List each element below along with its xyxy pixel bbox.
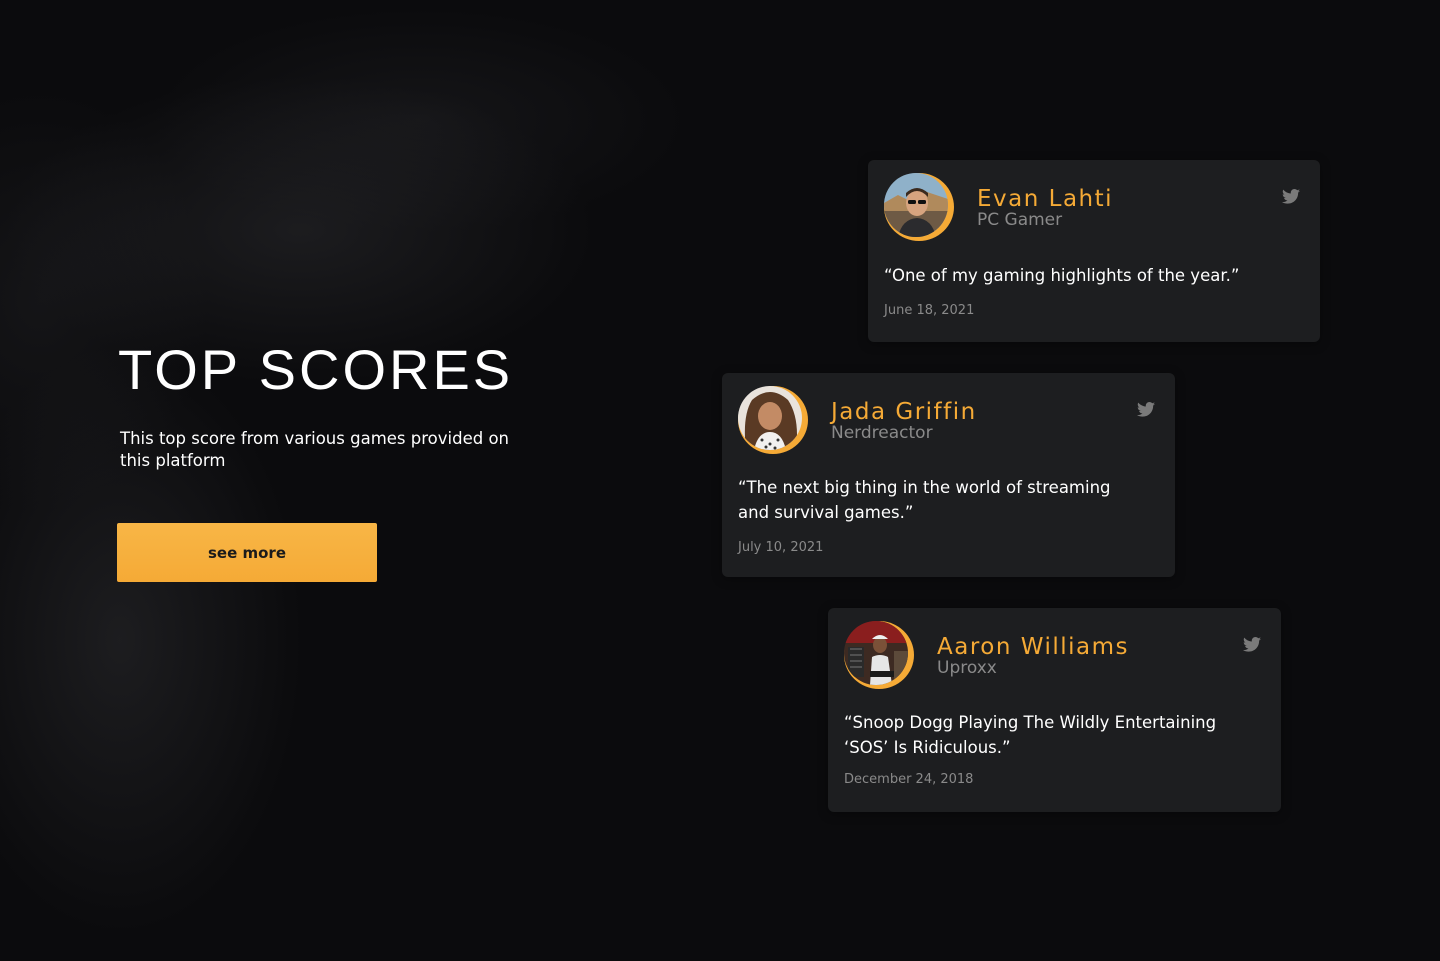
background-smoke [0, 0, 1440, 961]
reviewer-name: Aaron Williams [937, 634, 1130, 660]
review-date: June 18, 2021 [884, 303, 975, 318]
twitter-icon[interactable] [1243, 637, 1261, 652]
reviewer-name: Evan Lahti [977, 186, 1114, 212]
reviewer-outlet: PC Gamer [977, 210, 1063, 230]
avatar-ring [738, 386, 808, 454]
hero-description: This top score from various games provid… [120, 429, 509, 470]
review-card: Evan Lahti PC Gamer “One of my gaming hi… [868, 160, 1320, 342]
avatar-image-icon [884, 173, 948, 237]
see-more-button[interactable]: see more [117, 523, 377, 582]
avatar-image-icon [738, 386, 802, 450]
page-title: TOP SCORES [118, 338, 514, 401]
review-quote: “One of my gaming highlights of the year… [884, 266, 1240, 285]
hero-section: TOP SCORES This top score from various g… [118, 338, 588, 472]
avatar-ring [844, 621, 914, 689]
twitter-icon[interactable] [1137, 402, 1155, 417]
avatar [884, 173, 948, 237]
twitter-icon[interactable] [1282, 189, 1300, 204]
review-quote: “The next big thing in the world of stre… [738, 478, 1111, 522]
avatar-ring [884, 173, 954, 241]
reviewer-outlet: Nerdreactor [831, 423, 933, 443]
review-card: Aaron Williams Uproxx “Snoop Dogg Playin… [828, 608, 1281, 812]
avatar [844, 621, 908, 685]
avatar-image-icon [844, 621, 908, 685]
review-quote: “Snoop Dogg Playing The Wildly Entertain… [844, 713, 1217, 757]
review-date: July 10, 2021 [738, 540, 824, 555]
avatar [738, 386, 802, 450]
review-date: December 24, 2018 [844, 772, 974, 787]
reviewer-outlet: Uproxx [937, 658, 997, 678]
reviewer-name: Jada Griffin [831, 399, 977, 425]
review-card: Jada Griffin Nerdreactor “The next big t… [722, 373, 1175, 577]
